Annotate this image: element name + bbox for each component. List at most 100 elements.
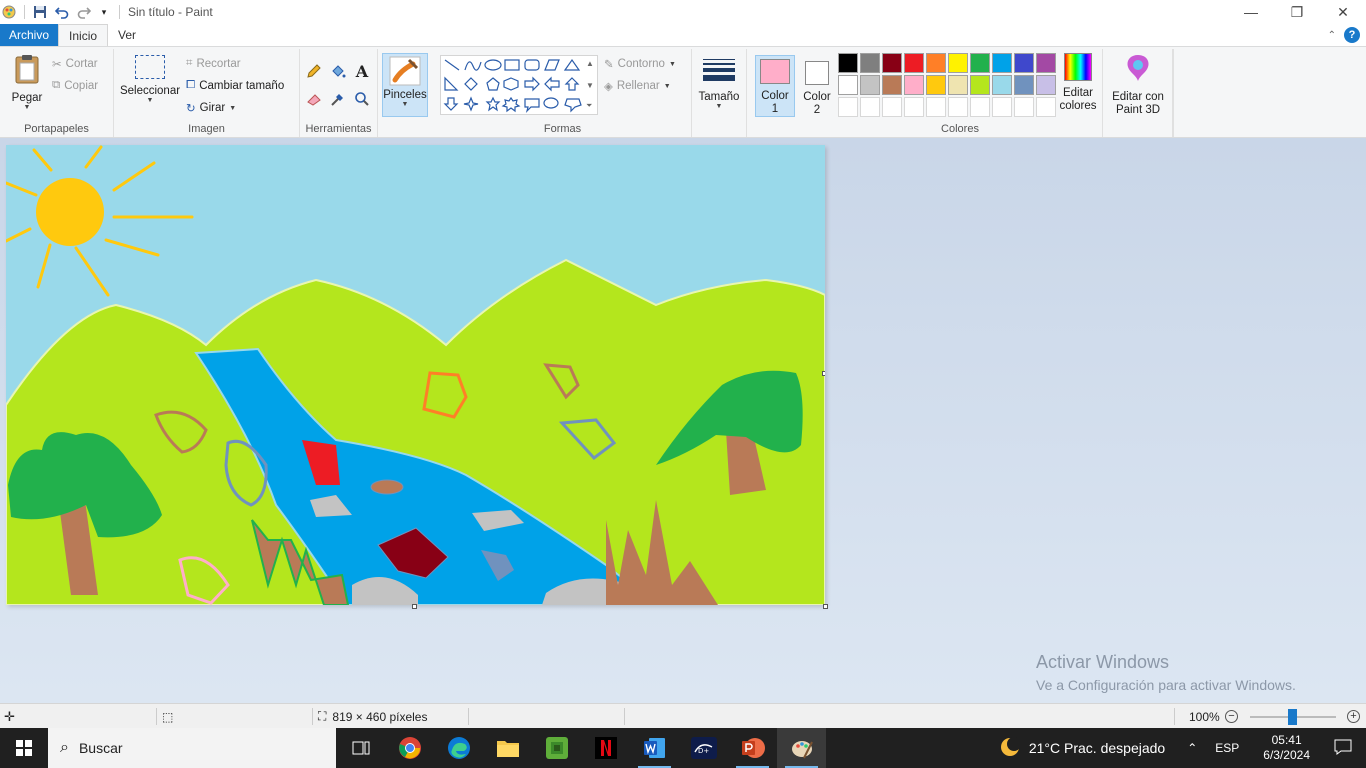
custom-color-slot[interactable] bbox=[882, 97, 902, 117]
crop-icon: ⌗ bbox=[186, 57, 193, 69]
copy-button[interactable]: ⧉ Copiar bbox=[52, 79, 98, 92]
palette-swatch[interactable] bbox=[882, 75, 902, 95]
shapes-expand-icon[interactable]: ⏷ bbox=[586, 101, 592, 111]
palette-swatch[interactable] bbox=[1036, 53, 1056, 73]
edge-icon[interactable] bbox=[434, 728, 483, 768]
group-tools: A Herramientas bbox=[300, 49, 378, 137]
magnifier-icon[interactable] bbox=[352, 89, 372, 109]
custom-color-slot[interactable] bbox=[1036, 97, 1056, 117]
save-icon[interactable] bbox=[31, 3, 49, 21]
size-button[interactable]: Tamaño ▼ bbox=[696, 55, 742, 110]
color-picker-icon[interactable] bbox=[328, 89, 348, 109]
pencil-icon[interactable] bbox=[304, 61, 324, 81]
zoom-in-icon[interactable]: + bbox=[1347, 710, 1360, 723]
edit-colors-button[interactable]: Editar colores bbox=[1058, 53, 1098, 113]
weather-widget[interactable]: 21°C Prac. despejado bbox=[987, 736, 1179, 761]
palette-swatch[interactable] bbox=[904, 75, 924, 95]
minimize-icon[interactable]: — bbox=[1228, 0, 1274, 24]
zoom-slider-thumb[interactable] bbox=[1288, 709, 1297, 725]
help-icon[interactable]: ? bbox=[1344, 27, 1360, 43]
disney-plus-icon[interactable]: D+ bbox=[679, 728, 728, 768]
select-button[interactable]: Seleccionar ▼ bbox=[120, 55, 180, 104]
netflix-icon[interactable] bbox=[581, 728, 630, 768]
palette-swatch[interactable] bbox=[860, 53, 880, 73]
custom-color-slot[interactable] bbox=[904, 97, 924, 117]
clock[interactable]: 05:41 6/3/2024 bbox=[1249, 733, 1324, 763]
tab-home[interactable]: Inicio bbox=[58, 24, 109, 46]
zoom-out-icon[interactable]: − bbox=[1225, 710, 1238, 723]
palette-swatch[interactable] bbox=[970, 53, 990, 73]
color1-button[interactable]: Color 1 bbox=[755, 55, 795, 117]
rotate-button[interactable]: ↻ Girar ▼ bbox=[186, 101, 236, 115]
drawing-canvas[interactable] bbox=[6, 145, 825, 605]
paint-taskbar-icon[interactable] bbox=[777, 728, 826, 768]
windows-start-icon[interactable] bbox=[0, 728, 48, 768]
custom-color-slot[interactable] bbox=[992, 97, 1012, 117]
task-view-icon[interactable] bbox=[336, 728, 385, 768]
tab-file[interactable]: Archivo bbox=[0, 24, 59, 46]
palette-swatch[interactable] bbox=[992, 53, 1012, 73]
resize-button[interactable]: ⧠ Cambiar tamaño bbox=[186, 79, 284, 92]
text-icon[interactable]: A bbox=[352, 61, 372, 81]
edit-with-paint3d-button[interactable]: Editar con Paint 3D bbox=[1108, 53, 1168, 117]
outline-button[interactable]: ✎ Contorno ▼ bbox=[604, 57, 676, 71]
palette-swatch[interactable] bbox=[970, 75, 990, 95]
fill-button[interactable]: ◈ Rellenar ▼ bbox=[604, 79, 671, 93]
brushes-button[interactable]: Pinceles ▼ bbox=[382, 53, 428, 117]
palette-swatch[interactable] bbox=[838, 53, 858, 73]
palette-swatch[interactable] bbox=[904, 53, 924, 73]
palette-swatch[interactable] bbox=[1014, 53, 1034, 73]
undo-icon[interactable] bbox=[53, 3, 71, 21]
redo-icon[interactable] bbox=[75, 3, 93, 21]
word-icon[interactable] bbox=[630, 728, 679, 768]
show-hidden-icons-icon[interactable]: ⌃ bbox=[1179, 741, 1205, 755]
palette-swatch[interactable] bbox=[860, 75, 880, 95]
cut-button[interactable]: ✂ Cortar bbox=[52, 57, 98, 71]
palette-swatch[interactable] bbox=[1014, 75, 1034, 95]
customize-quick-access-icon[interactable]: ▾ bbox=[95, 3, 113, 21]
shapes-scroll-down-icon[interactable]: ▼ bbox=[586, 81, 594, 90]
shapes-scroll-up-icon[interactable]: ▲ bbox=[586, 59, 594, 68]
color2-button[interactable]: Color 2 bbox=[797, 55, 837, 117]
notifications-icon[interactable] bbox=[1324, 739, 1366, 758]
system-tray: 21°C Prac. despejado ⌃ ESP 05:41 6/3/202… bbox=[987, 728, 1366, 768]
taskbar-search[interactable]: ⌕ Buscar bbox=[48, 728, 336, 768]
custom-color-slot[interactable] bbox=[926, 97, 946, 117]
palette-swatch[interactable] bbox=[926, 53, 946, 73]
close-icon[interactable]: ✕ bbox=[1320, 0, 1366, 24]
custom-color-slot[interactable] bbox=[1014, 97, 1034, 117]
paste-button[interactable]: Pegar ▼ bbox=[8, 53, 46, 111]
file-explorer-icon[interactable] bbox=[483, 728, 532, 768]
palette-swatch[interactable] bbox=[948, 75, 968, 95]
status-separator-5 bbox=[1174, 708, 1175, 725]
custom-color-slot[interactable] bbox=[860, 97, 880, 117]
canvas-resize-handle-bottom[interactable] bbox=[412, 604, 417, 609]
color2-number: 2 bbox=[813, 104, 821, 116]
eraser-icon[interactable] bbox=[304, 89, 324, 109]
custom-color-slot[interactable] bbox=[948, 97, 968, 117]
restore-icon[interactable]: ❐ bbox=[1274, 0, 1320, 24]
outline-icon: ✎ bbox=[604, 59, 614, 71]
crop-button[interactable]: ⌗ Recortar bbox=[186, 57, 241, 70]
chrome-icon[interactable] bbox=[385, 728, 434, 768]
collapse-ribbon-icon[interactable]: ⌃ bbox=[1328, 30, 1336, 41]
canvas-resize-handle-corner[interactable] bbox=[823, 604, 828, 609]
palette-swatch[interactable] bbox=[926, 75, 946, 95]
custom-color-slot[interactable] bbox=[970, 97, 990, 117]
palette-swatch[interactable] bbox=[992, 75, 1012, 95]
custom-color-slot[interactable] bbox=[838, 97, 858, 117]
tab-view[interactable]: Ver bbox=[108, 24, 146, 46]
shapes-gallery[interactable] bbox=[440, 55, 598, 115]
powerpoint-icon[interactable] bbox=[728, 728, 777, 768]
palette-swatch[interactable] bbox=[948, 53, 968, 73]
paint3d-label: Editar con bbox=[1112, 91, 1164, 103]
canvas-resize-handle-right[interactable] bbox=[822, 371, 825, 376]
palette-swatch[interactable] bbox=[838, 75, 858, 95]
language-indicator[interactable]: ESP bbox=[1205, 741, 1249, 755]
minecraft-icon[interactable] bbox=[532, 728, 581, 768]
palette-swatch[interactable] bbox=[1036, 75, 1056, 95]
palette-swatch[interactable] bbox=[882, 53, 902, 73]
fill-bucket-icon[interactable] bbox=[328, 61, 348, 81]
paint-app-icon[interactable] bbox=[0, 3, 18, 21]
search-icon: ⌕ bbox=[60, 739, 69, 756]
